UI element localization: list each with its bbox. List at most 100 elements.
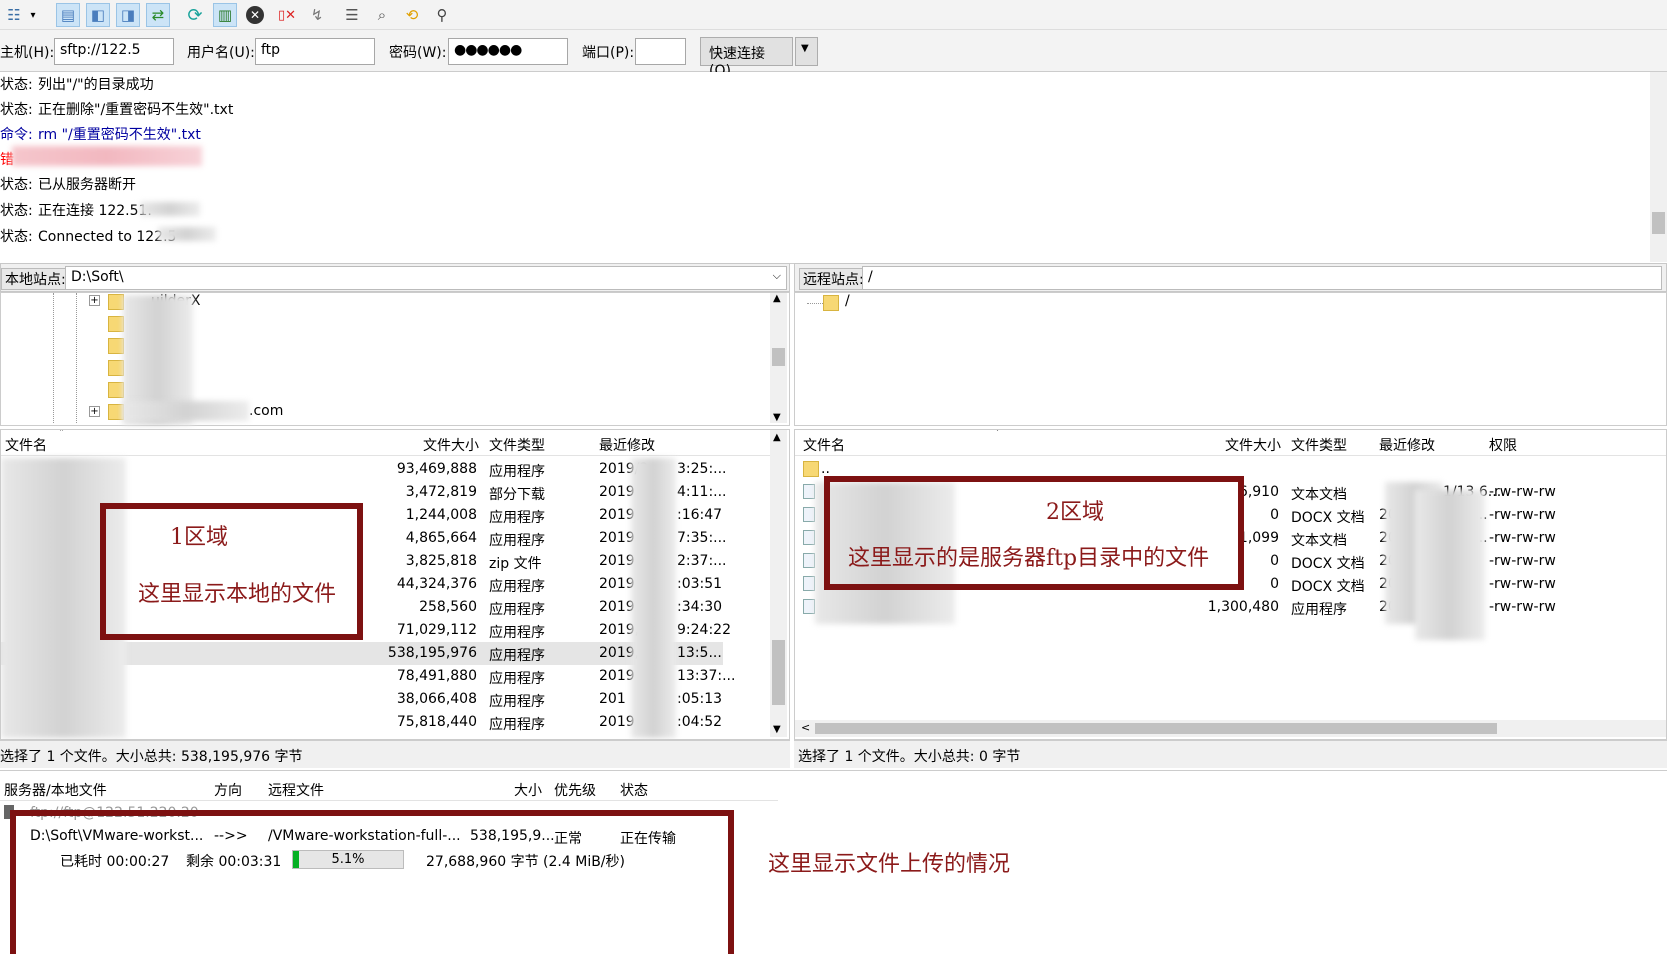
expand-icon[interactable]: +: [89, 295, 100, 306]
col-filename[interactable]: 文件名: [803, 430, 845, 456]
compare-icon[interactable]: ⌕: [370, 3, 394, 27]
col-filesize[interactable]: 文件大小: [423, 430, 479, 456]
file-type: zip 文件: [489, 556, 542, 572]
file-time: 13:37:...: [677, 668, 736, 684]
file-type: 应用程序: [489, 671, 545, 687]
col-remote-file[interactable]: 远程文件: [268, 775, 324, 801]
file-time: :05:13: [677, 691, 723, 707]
tree-line: [53, 293, 54, 423]
file-time: :03:51: [677, 576, 723, 592]
refresh-icon[interactable]: ⟳: [183, 3, 207, 27]
chevron-down-icon[interactable]: ⌵: [773, 269, 781, 283]
log-text: 正在删除"/重置密码不生效".txt: [38, 102, 234, 118]
file-type: 应用程序: [489, 579, 545, 595]
file-type: 文本文档: [1291, 487, 1347, 503]
col-filename[interactable]: 文件名: [5, 430, 47, 456]
file-size: 3,825,818: [405, 553, 477, 569]
quickconnect-button[interactable]: 快速连接(Q): [700, 37, 793, 79]
expand-icon[interactable]: +: [89, 406, 100, 417]
local-tree-icon[interactable]: ◧: [86, 3, 110, 27]
remote-tree-icon[interactable]: ◨: [116, 3, 140, 27]
scroll-left-icon[interactable]: <: [801, 721, 810, 734]
area1-annotation-box: [100, 503, 363, 640]
remote-path-input[interactable]: /: [862, 266, 1662, 290]
file-date: 2019: [599, 714, 635, 730]
remote-site-label: 远程站点:: [799, 268, 868, 290]
file-time: 4:11:...: [677, 484, 727, 500]
scrollbar-thumb[interactable]: [815, 723, 1497, 734]
col-modified[interactable]: 最近修改: [1379, 430, 1435, 456]
local-path-input[interactable]: D:\Soft\ ⌵: [65, 266, 787, 290]
file-type: 文本文档: [1291, 533, 1347, 549]
col-permissions[interactable]: 权限: [1489, 430, 1517, 456]
process-queue-icon[interactable]: ▥: [213, 3, 237, 27]
transfer-queue-icon[interactable]: ⇄: [146, 3, 170, 27]
site-manager-icon[interactable]: ☷: [2, 3, 26, 27]
scrollbar-thumb[interactable]: [1652, 212, 1665, 234]
file-permissions: -rw-rw-rw: [1489, 530, 1556, 546]
col-direction[interactable]: 方向: [214, 775, 242, 801]
cancel-icon[interactable]: ✕: [243, 3, 267, 27]
log-scrollbar[interactable]: [1650, 72, 1667, 262]
tree-item-root[interactable]: /: [845, 293, 850, 309]
file-type: 应用程序: [489, 533, 545, 549]
scroll-up-icon[interactable]: ▲: [773, 293, 781, 304]
reconnect-icon[interactable]: ↯: [305, 3, 329, 27]
tree-item[interactable]: .com: [249, 403, 283, 419]
quickconnect-dropdown-button[interactable]: ▼: [795, 37, 818, 66]
folder-icon: [108, 316, 124, 332]
password-input[interactable]: ●●●●●●: [448, 38, 568, 65]
file-size: 258,560: [419, 599, 477, 615]
log-text: 已从服务器断开: [38, 177, 136, 193]
file-size: 1,244,008: [405, 507, 477, 523]
message-log-icon[interactable]: ▤: [56, 3, 80, 27]
col-filetype[interactable]: 文件类型: [1291, 430, 1347, 456]
folder-icon: [803, 461, 819, 477]
remote-path-bar: 远程站点: /: [794, 263, 1667, 292]
col-filesize[interactable]: 文件大小: [1225, 430, 1281, 456]
username-input[interactable]: ftp: [255, 38, 375, 65]
scrollbar-thumb[interactable]: [772, 348, 785, 366]
directory-listing-filters-icon[interactable]: ☰: [340, 3, 364, 27]
port-input[interactable]: [635, 38, 686, 65]
file-type: 应用程序: [489, 625, 545, 641]
col-status[interactable]: 状态: [620, 775, 648, 801]
file-size: 38,066,408: [396, 691, 477, 707]
redacted-area: [1415, 490, 1485, 640]
scroll-down-icon[interactable]: ▼: [773, 724, 781, 735]
file-icon: [803, 553, 815, 568]
col-filetype[interactable]: 文件类型: [489, 430, 545, 456]
scrollbar-thumb[interactable]: [772, 640, 785, 705]
col-size[interactable]: 大小: [514, 775, 542, 801]
area2-annotation-box: [824, 476, 1244, 590]
file-permissions: -rw-rw-rw: [1489, 484, 1556, 500]
log-label: 状态:: [0, 77, 33, 93]
file-size: 538,195,976: [387, 645, 477, 661]
area1-text: 这里显示本地的文件: [138, 582, 337, 607]
search-icon[interactable]: ⚲: [430, 3, 454, 27]
sync-browse-icon[interactable]: ⟲: [400, 3, 424, 27]
col-local-file[interactable]: 服务器/本地文件: [4, 775, 107, 801]
remote-hscrollbar[interactable]: <: [795, 720, 1666, 737]
folder-icon: [108, 338, 124, 354]
file-size: 4,865,664: [405, 530, 477, 546]
disconnect-icon[interactable]: ▯✕: [275, 3, 299, 27]
file-date: 2019: [599, 484, 635, 500]
host-input[interactable]: sftp://122.5: [54, 38, 174, 65]
tree-line: [76, 293, 77, 423]
area2-text: 这里显示的是服务器ftp目录中的文件: [848, 546, 1210, 571]
redacted-area: [140, 202, 200, 216]
log-line: 状态: 正在删除"/重置密码不生效".txt: [0, 99, 233, 125]
local-list-scrollbar[interactable]: ▲ ▼: [770, 430, 787, 737]
local-tree-scrollbar[interactable]: ▲ ▼: [770, 293, 787, 423]
col-priority[interactable]: 优先级: [554, 775, 596, 801]
folder-icon: [823, 295, 839, 311]
dropdown-icon[interactable]: ▾: [26, 3, 40, 27]
redacted-area: [158, 227, 216, 241]
col-modified[interactable]: 最近修改: [599, 430, 655, 456]
redacted-area: [12, 146, 202, 166]
scroll-up-icon[interactable]: ▲: [773, 432, 781, 443]
file-size: 3,472,819: [405, 484, 477, 500]
scroll-down-icon[interactable]: ▼: [773, 412, 781, 423]
folder-icon: [108, 360, 124, 376]
